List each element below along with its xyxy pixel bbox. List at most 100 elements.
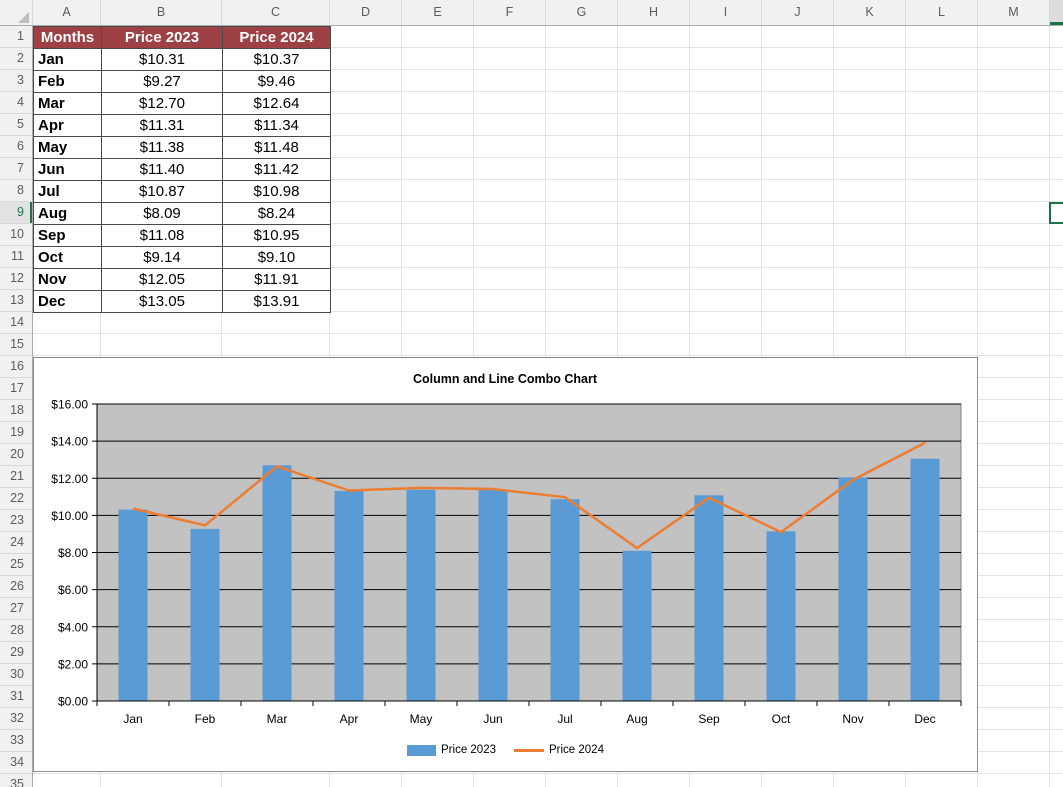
bar-Jul[interactable] bbox=[551, 499, 580, 701]
row-header-30[interactable]: 30 bbox=[0, 664, 32, 686]
column-header-C[interactable]: C bbox=[222, 0, 330, 25]
column-header-selected-partial[interactable] bbox=[1050, 0, 1063, 25]
cell-price-2024[interactable]: $11.42 bbox=[223, 159, 331, 181]
bar-May[interactable] bbox=[407, 490, 436, 701]
cell-price-2023[interactable]: $10.31 bbox=[102, 49, 223, 71]
cell-month[interactable]: Nov bbox=[34, 269, 102, 291]
cell-price-2024[interactable]: $11.34 bbox=[223, 115, 331, 137]
column-header-B[interactable]: B bbox=[101, 0, 222, 25]
column-header-L[interactable]: L bbox=[906, 0, 978, 25]
row-header-10[interactable]: 10 bbox=[0, 224, 32, 246]
bar-Mar[interactable] bbox=[263, 465, 292, 701]
column-header-E[interactable]: E bbox=[402, 0, 474, 25]
row-header-25[interactable]: 25 bbox=[0, 554, 32, 576]
cell-month[interactable]: Oct bbox=[34, 247, 102, 269]
column-header-K[interactable]: K bbox=[834, 0, 906, 25]
row-header-17[interactable]: 17 bbox=[0, 378, 32, 400]
row-header-12[interactable]: 12 bbox=[0, 268, 32, 290]
cell-month[interactable]: Jun bbox=[34, 159, 102, 181]
cell-price-2023[interactable]: $9.14 bbox=[102, 247, 223, 269]
row-header-35[interactable]: 35 bbox=[0, 774, 32, 787]
cell-month[interactable]: Feb bbox=[34, 71, 102, 93]
cell-month[interactable]: Jul bbox=[34, 181, 102, 203]
cell-month[interactable]: Mar bbox=[34, 93, 102, 115]
row-header-16[interactable]: 16 bbox=[0, 356, 32, 378]
cell-price-2024[interactable]: $11.48 bbox=[223, 137, 331, 159]
bar-Dec[interactable] bbox=[911, 459, 940, 701]
row-header-9[interactable]: 9 bbox=[0, 202, 32, 224]
cell-price-2023[interactable]: $11.08 bbox=[102, 225, 223, 247]
row-header-3[interactable]: 3 bbox=[0, 70, 32, 92]
column-header-G[interactable]: G bbox=[546, 0, 618, 25]
cell-month[interactable]: May bbox=[34, 137, 102, 159]
table-header-row[interactable]: MonthsPrice 2023Price 2024 bbox=[34, 27, 331, 49]
cell-month[interactable]: Apr bbox=[34, 115, 102, 137]
cell-month[interactable]: Sep bbox=[34, 225, 102, 247]
cell-price-2023[interactable]: $10.87 bbox=[102, 181, 223, 203]
row-header-4[interactable]: 4 bbox=[0, 92, 32, 114]
cell-price-2023[interactable]: $9.27 bbox=[102, 71, 223, 93]
row-header-5[interactable]: 5 bbox=[0, 114, 32, 136]
row-header-24[interactable]: 24 bbox=[0, 532, 32, 554]
price-data-table[interactable]: MonthsPrice 2023Price 2024 Jan$10.31$10.… bbox=[33, 26, 331, 313]
bar-Apr[interactable] bbox=[335, 491, 364, 701]
bar-Feb[interactable] bbox=[191, 529, 220, 701]
cell-month[interactable]: Jan bbox=[34, 49, 102, 71]
chart-object[interactable]: Column and Line Combo Chart $0.00$2.00$4… bbox=[33, 357, 978, 772]
row-header-15[interactable]: 15 bbox=[0, 334, 32, 356]
row-header-22[interactable]: 22 bbox=[0, 488, 32, 510]
legend-item[interactable]: Price 2023 bbox=[407, 744, 496, 756]
row-header-28[interactable]: 28 bbox=[0, 620, 32, 642]
row-header-11[interactable]: 11 bbox=[0, 246, 32, 268]
row-header-27[interactable]: 27 bbox=[0, 598, 32, 620]
row-header-23[interactable]: 23 bbox=[0, 510, 32, 532]
row-header-7[interactable]: 7 bbox=[0, 158, 32, 180]
bar-Nov[interactable] bbox=[839, 477, 868, 701]
row-header-8[interactable]: 8 bbox=[0, 180, 32, 202]
cell-price-2023[interactable]: $12.05 bbox=[102, 269, 223, 291]
chart-legend[interactable]: Price 2023 Price 2024 bbox=[34, 742, 977, 758]
cell-price-2023[interactable]: $11.40 bbox=[102, 159, 223, 181]
row-header-34[interactable]: 34 bbox=[0, 752, 32, 774]
row-header-13[interactable]: 13 bbox=[0, 290, 32, 312]
row-header-32[interactable]: 32 bbox=[0, 708, 32, 730]
cell-price-2024[interactable]: $9.10 bbox=[223, 247, 331, 269]
legend-item[interactable]: Price 2024 bbox=[514, 744, 604, 756]
row-header-1[interactable]: 1 bbox=[0, 26, 32, 48]
column-header-M[interactable]: M bbox=[978, 0, 1050, 25]
row-header-19[interactable]: 19 bbox=[0, 422, 32, 444]
row-header-18[interactable]: 18 bbox=[0, 400, 32, 422]
cell-month[interactable]: Aug bbox=[34, 203, 102, 225]
row-header-14[interactable]: 14 bbox=[0, 312, 32, 334]
column-header-J[interactable]: J bbox=[762, 0, 834, 25]
column-header-F[interactable]: F bbox=[474, 0, 546, 25]
column-header-D[interactable]: D bbox=[330, 0, 402, 25]
table-header-cell[interactable]: Price 2024 bbox=[223, 27, 331, 49]
cell-price-2024[interactable]: $10.95 bbox=[223, 225, 331, 247]
cell-price-2024[interactable]: $13.91 bbox=[223, 291, 331, 313]
column-header-A[interactable]: A bbox=[33, 0, 101, 25]
row-header-26[interactable]: 26 bbox=[0, 576, 32, 598]
cell-price-2023[interactable]: $13.05 bbox=[102, 291, 223, 313]
cell-price-2024[interactable]: $10.37 bbox=[223, 49, 331, 71]
cell-price-2024[interactable]: $12.64 bbox=[223, 93, 331, 115]
select-all-button[interactable] bbox=[0, 0, 33, 25]
column-header-H[interactable]: H bbox=[618, 0, 690, 25]
table-header-cell[interactable]: Price 2023 bbox=[102, 27, 223, 49]
row-header-2[interactable]: 2 bbox=[0, 48, 32, 70]
cell-price-2023[interactable]: $12.70 bbox=[102, 93, 223, 115]
row-header-31[interactable]: 31 bbox=[0, 686, 32, 708]
row-header-33[interactable]: 33 bbox=[0, 730, 32, 752]
row-header-6[interactable]: 6 bbox=[0, 136, 32, 158]
column-header-I[interactable]: I bbox=[690, 0, 762, 25]
table-header-cell[interactable]: Months bbox=[34, 27, 102, 49]
chart-title[interactable]: Column and Line Combo Chart bbox=[413, 372, 598, 386]
bar-Aug[interactable] bbox=[623, 551, 652, 701]
cell-price-2024[interactable]: $8.24 bbox=[223, 203, 331, 225]
bar-Sep[interactable] bbox=[695, 495, 724, 701]
row-header-20[interactable]: 20 bbox=[0, 444, 32, 466]
cell-price-2023[interactable]: $8.09 bbox=[102, 203, 223, 225]
row-header-21[interactable]: 21 bbox=[0, 466, 32, 488]
bar-Jan[interactable] bbox=[119, 510, 148, 701]
cell-price-2023[interactable]: $11.38 bbox=[102, 137, 223, 159]
